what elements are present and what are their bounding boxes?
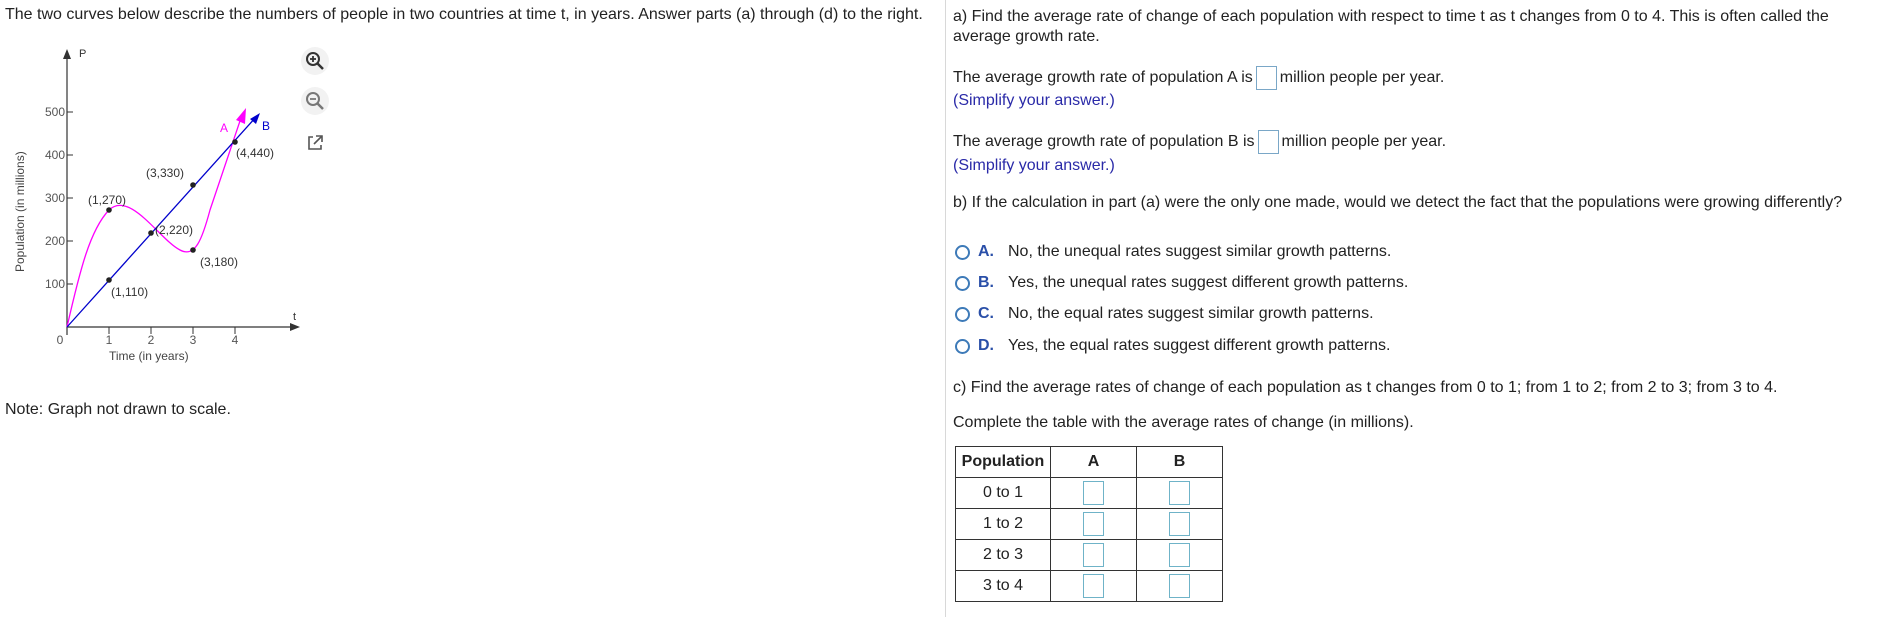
p-axis-arrow	[63, 49, 71, 59]
problem-panel: The two curves below describe the number…	[0, 0, 945, 617]
p-axis-label: P	[79, 48, 86, 60]
ytick-100: 100	[45, 277, 65, 291]
point-3-180	[190, 247, 196, 253]
xtick-4: 4	[232, 333, 239, 347]
point-label-1-270: (1,270)	[88, 193, 126, 207]
table-row-label: 2 to 3	[955, 539, 1051, 571]
rate-b-0-1-input[interactable]	[1169, 481, 1190, 505]
rate-a-2-3-input[interactable]	[1083, 543, 1104, 567]
answer-panel: a) Find the average rate of change of ea…	[953, 0, 1873, 617]
graph-note: Note: Graph not drawn to scale.	[5, 401, 231, 418]
table-row: 1 to 2	[955, 508, 1223, 540]
popout-icon	[308, 135, 323, 150]
problem-intro: The two curves below describe the number…	[5, 6, 923, 23]
ytick-500: 500	[45, 105, 65, 119]
curve-a-arrow	[236, 108, 246, 124]
point-2-220	[148, 230, 154, 236]
table-row-label: 0 to 1	[955, 477, 1051, 509]
choice-b[interactable]: B. Yes, the unequal rates suggest differ…	[955, 274, 1408, 292]
table-header-row: Population A B	[955, 446, 1223, 478]
choice-a-letter: A.	[978, 243, 994, 260]
part-a-line-b-unit: million people per year.	[1281, 133, 1447, 151]
table-header-a: A	[1050, 446, 1137, 478]
growth-rate-b-input[interactable]	[1257, 130, 1279, 154]
t-axis-arrow	[290, 323, 300, 331]
point-1-110	[106, 277, 112, 283]
ytick-300: 300	[45, 191, 65, 205]
zoom-in-icon	[306, 52, 324, 70]
rate-b-2-3-input[interactable]	[1169, 543, 1190, 567]
table-row: 2 to 3	[955, 539, 1223, 571]
part-a-line-b-text: The average growth rate of population B …	[953, 133, 1255, 151]
point-4-440	[232, 139, 238, 145]
part-c-question: c) Find the average rates of change of e…	[953, 379, 1778, 396]
x-axis-title: Time (in years)	[109, 349, 189, 363]
t-axis-label: t	[293, 311, 296, 323]
xtick-1: 1	[106, 333, 113, 347]
curve-a	[66, 114, 243, 328]
part-a-line-b: The average growth rate of population B …	[953, 130, 1446, 154]
choice-c-letter: C.	[978, 305, 994, 322]
zoom-out-button[interactable]	[301, 87, 329, 115]
part-a-hint-b: (Simplify your answer.)	[953, 157, 1115, 174]
rate-a-0-1-input[interactable]	[1083, 481, 1104, 505]
point-label-3-330: (3,330)	[146, 166, 184, 180]
point-3-330	[190, 182, 196, 188]
ytick-200: 200	[45, 234, 65, 248]
table-header-population: Population	[955, 446, 1051, 478]
point-label-4-440: (4,440)	[236, 146, 274, 160]
radio-b[interactable]	[955, 275, 970, 291]
choice-c[interactable]: C. No, the equal rates suggest similar g…	[955, 305, 1374, 323]
choice-a[interactable]: A. No, the unequal rates suggest similar…	[955, 243, 1391, 261]
choice-d-letter: D.	[978, 337, 994, 354]
curve-a-label: A	[220, 121, 228, 135]
rate-a-1-2-input[interactable]	[1083, 512, 1104, 536]
zoom-in-button[interactable]	[301, 47, 329, 75]
curve-b-label: B	[262, 119, 270, 133]
choice-b-letter: B.	[978, 274, 994, 291]
table-header-b: B	[1136, 446, 1223, 478]
choice-d[interactable]: D. Yes, the equal rates suggest differen…	[955, 337, 1390, 355]
point-1-270	[106, 207, 112, 213]
xtick-3: 3	[190, 333, 197, 347]
point-label-1-110: (1,110)	[111, 285, 148, 299]
part-a-line-a-text: The average growth rate of population A …	[953, 69, 1253, 87]
part-a-line-a-unit: million people per year.	[1279, 69, 1445, 87]
table-row-label: 1 to 2	[955, 508, 1051, 540]
xtick-0: 0	[57, 333, 64, 347]
rate-b-1-2-input[interactable]	[1169, 512, 1190, 536]
choice-b-text: Yes, the unequal rates suggest different…	[1008, 274, 1409, 291]
rates-table: Population A B 0 to 1 1 to 2 2 to 3 3 to…	[955, 446, 1223, 602]
ytick-400: 400	[45, 148, 65, 162]
panel-divider	[945, 0, 946, 617]
part-b-question: b) If the calculation in part (a) were t…	[953, 194, 1843, 211]
radio-c[interactable]	[955, 306, 970, 322]
growth-rate-a-input[interactable]	[1255, 66, 1277, 90]
table-row: 3 to 4	[955, 570, 1223, 602]
curve-b	[66, 116, 257, 328]
table-row: 0 to 1	[955, 477, 1223, 509]
choice-d-text: Yes, the equal rates suggest different g…	[1008, 337, 1391, 354]
rate-a-3-4-input[interactable]	[1083, 574, 1104, 598]
part-a-line-a: The average growth rate of population A …	[953, 66, 1444, 90]
rate-b-3-4-input[interactable]	[1169, 574, 1190, 598]
zoom-out-icon	[306, 92, 324, 110]
part-a-question: a) Find the average rate of change of ea…	[953, 8, 1829, 45]
choice-a-text: No, the unequal rates suggest similar gr…	[1008, 243, 1392, 260]
point-label-2-220: (2,220)	[155, 223, 193, 237]
point-label-3-180: (3,180)	[200, 255, 238, 269]
choice-c-text: No, the equal rates suggest similar grow…	[1008, 305, 1374, 322]
xtick-2: 2	[148, 333, 155, 347]
radio-a[interactable]	[955, 244, 970, 260]
popout-button[interactable]	[301, 129, 329, 157]
y-axis-title: Population (in millions)	[13, 151, 27, 272]
part-a-hint-a: (Simplify your answer.)	[953, 92, 1115, 109]
table-row-label: 3 to 4	[955, 570, 1051, 602]
radio-d[interactable]	[955, 338, 970, 354]
population-graph: P t 500 400 300 200 100 0 1 2 3 4 Popula…	[13, 48, 300, 363]
part-c-instruction: Complete the table with the average rate…	[953, 414, 1414, 431]
